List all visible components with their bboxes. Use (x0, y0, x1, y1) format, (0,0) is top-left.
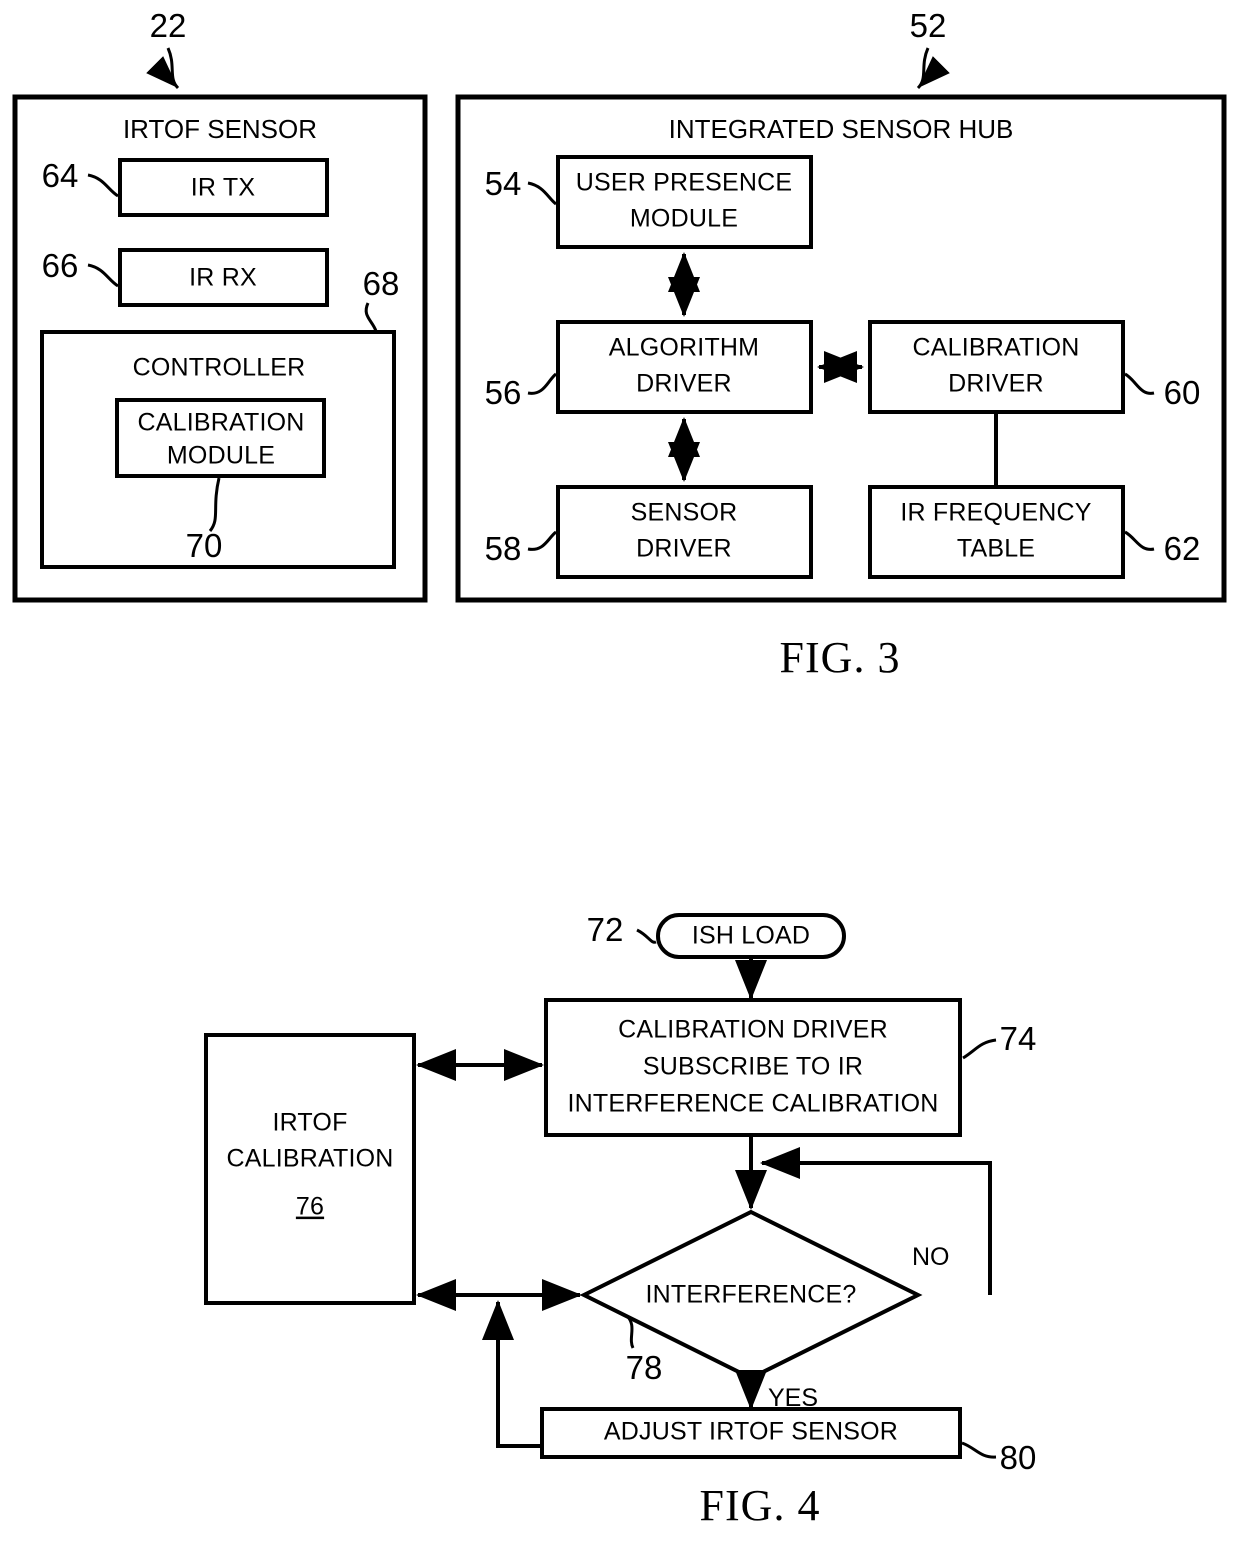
ref-num-54: 54 (485, 165, 522, 202)
label-ish-load: ISH LOAD (692, 922, 810, 950)
label-80: ADJUST IRTOF SENSOR (604, 1418, 898, 1446)
label-calibration-driver-line2: DRIVER (948, 370, 1044, 398)
figure-3-caption: FIG. 3 (780, 633, 901, 682)
irtof-sensor-title: IRTOF SENSOR (123, 114, 317, 144)
label-algorithm-driver-line1: ALGORITHM (609, 334, 759, 362)
label-user-presence-module-line1: USER PRESENCE (576, 169, 793, 197)
ref-num-72: 72 (587, 911, 624, 948)
ref-num-60: 60 (1164, 374, 1201, 411)
label-calibration-driver-line1: CALIBRATION (912, 334, 1079, 362)
ref-num-66: 66 (42, 247, 79, 284)
label-calibration-module-line2: MODULE (167, 442, 275, 470)
ref-num-62: 62 (1164, 530, 1201, 567)
figure-4-caption: FIG. 4 (700, 1481, 821, 1530)
label-controller: CONTROLLER (133, 354, 306, 382)
label-78: INTERFERENCE? (646, 1281, 857, 1309)
label-76-line2: CALIBRATION (226, 1145, 393, 1173)
label-user-presence-module-line2: MODULE (630, 205, 738, 233)
edge-label-no: NO (912, 1243, 950, 1271)
conn-80-loopback (482, 1300, 542, 1448)
label-ir-rx: IR RX (189, 264, 257, 292)
label-74-line1: CALIBRATION DRIVER (618, 1016, 888, 1044)
ref-num-56: 56 (485, 374, 522, 411)
ref-num-52: 52 (910, 7, 947, 44)
ref-num-74: 74 (1000, 1020, 1037, 1057)
ref-num-22: 22 (150, 7, 187, 44)
ref-leader-52 (916, 47, 950, 90)
label-74-line2: SUBSCRIBE TO IR (643, 1053, 863, 1081)
label-algorithm-driver-line2: DRIVER (636, 370, 732, 398)
ref-num-78: 78 (626, 1349, 663, 1386)
label-sensor-driver-line2: DRIVER (636, 535, 732, 563)
figure-4: ISH LOAD 72 CALIBRATION DRIVER SUBSCRIBE… (204, 911, 1037, 1530)
label-sensor-driver-line1: SENSOR (631, 499, 738, 527)
ref-num-80: 80 (1000, 1439, 1037, 1476)
patent-drawing-sheet: IRTOF SENSOR INTEGRATED SENSOR HUB IR TX… (0, 0, 1240, 1546)
ref-num-64: 64 (42, 157, 79, 194)
label-calibration-module-line1: CALIBRATION (137, 409, 304, 437)
ref-num-58: 58 (485, 530, 522, 567)
figures-svg: IRTOF SENSOR INTEGRATED SENSOR HUB IR TX… (12, 7, 1227, 1530)
ref-num-70: 70 (186, 527, 223, 564)
integrated-sensor-hub-title: INTEGRATED SENSOR HUB (669, 114, 1014, 144)
label-ir-tx: IR TX (191, 174, 256, 202)
ref-leader-22 (146, 47, 180, 90)
label-74-line3: INTERFERENCE CALIBRATION (567, 1090, 938, 1118)
label-76-line1: IRTOF (272, 1109, 347, 1137)
ref-num-76: 76 (296, 1193, 324, 1221)
figure-3: IRTOF SENSOR INTEGRATED SENSOR HUB IR TX… (12, 7, 1227, 682)
label-ir-frequency-table-line2: TABLE (957, 535, 1035, 563)
label-ir-frequency-table-line1: IR FREQUENCY (900, 499, 1091, 527)
ref-num-68: 68 (363, 265, 400, 302)
